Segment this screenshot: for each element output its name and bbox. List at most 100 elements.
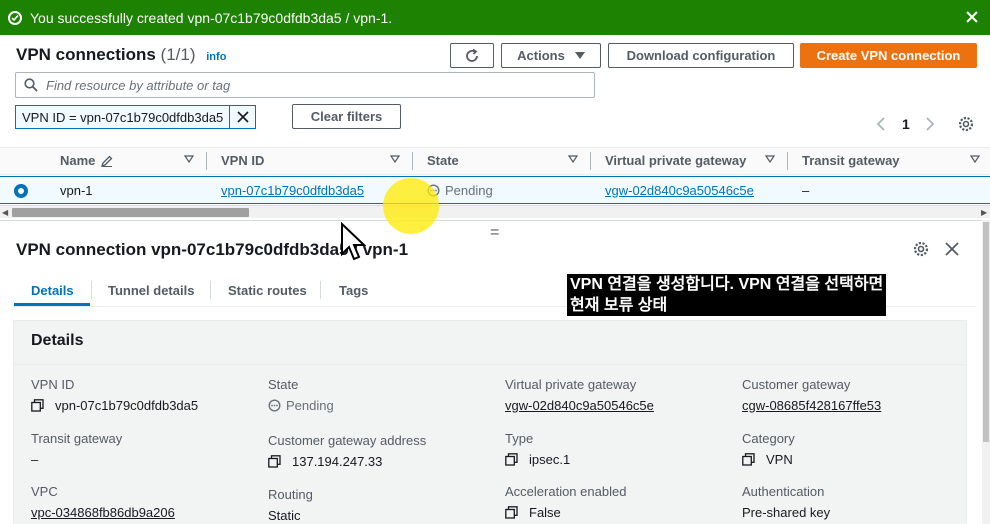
sort-caret-icon[interactable]: [184, 155, 194, 163]
page-title: VPN connections (1/1) info: [16, 45, 226, 65]
row-select-radio[interactable]: [14, 184, 28, 198]
field-label: Acceleration enabled: [505, 484, 627, 499]
copy-icon[interactable]: [742, 453, 755, 466]
column-label: State: [427, 153, 459, 168]
remove-filter-icon[interactable]: [229, 106, 255, 128]
subtitle-line-2: 현재 보류 상태: [570, 295, 668, 316]
field-label: VPN ID: [31, 377, 75, 392]
field-category: Category VPN: [742, 431, 795, 467]
details-container: Details VPN ID vpn-07c1b79c0dfdb3da5 Tra…: [13, 320, 967, 524]
info-link[interactable]: info: [206, 51, 226, 63]
video-subtitle: VPN 연결을 생성합니다. VPN 연결을 선택하면 현재 보류 상태: [567, 274, 887, 316]
refresh-button[interactable]: [450, 43, 494, 68]
row-vpn-id-link[interactable]: vpn-07c1b79c0dfdb3da5: [221, 183, 364, 198]
create-vpn-connection-button[interactable]: Create VPN connection: [800, 43, 977, 68]
field-customer-gateway: Customer gateway cgw-08685f428167ffe53: [742, 377, 881, 413]
split-panel-divider[interactable]: [0, 220, 990, 221]
tab-separator: [210, 281, 211, 299]
horizontal-scrollbar[interactable]: ◀ ▶: [0, 205, 990, 218]
row-vgw-link[interactable]: vgw-02d840c9a50546c5e: [605, 183, 754, 198]
sort-caret-icon[interactable]: [970, 155, 980, 163]
field-type: Type ipsec.1: [505, 431, 570, 467]
field-value: vpn-07c1b79c0dfdb3da5: [55, 398, 199, 413]
settings-gear-icon[interactable]: [958, 116, 974, 132]
field-customer-gateway-address: Customer gateway address 137.194.247.33: [268, 433, 426, 469]
column-header-state[interactable]: State: [427, 153, 459, 168]
copy-icon[interactable]: [31, 399, 44, 412]
edit-pencil-icon: [101, 155, 113, 167]
field-vpc: VPC vpc-034868fb86db9a206: [31, 484, 175, 520]
next-page-icon[interactable]: [925, 117, 935, 131]
field-label: VPC: [31, 484, 58, 499]
tab-static-routes[interactable]: Static routes: [228, 283, 307, 298]
field-label: Type: [505, 431, 534, 446]
panel-settings-gear-icon[interactable]: [913, 241, 929, 257]
column-header-transit[interactable]: Transit gateway: [802, 153, 900, 168]
field-vpn-id: VPN ID vpn-07c1b79c0dfdb3da5: [31, 377, 198, 413]
column-header-vgw[interactable]: Virtual private gateway: [605, 153, 746, 168]
field-label: Virtual private gateway: [505, 377, 637, 392]
cgw-link[interactable]: cgw-08685f428167ffe53: [742, 398, 881, 413]
field-authentication: Authentication Pre-shared key: [742, 484, 830, 520]
scrollbar-thumb[interactable]: [983, 222, 989, 442]
panel-close-icon[interactable]: [945, 242, 959, 256]
sort-caret-icon[interactable]: [568, 155, 578, 163]
scroll-right-icon[interactable]: ▶: [981, 208, 987, 217]
active-tab-indicator: [14, 303, 90, 306]
field-value: Pre-shared key: [742, 505, 831, 520]
tab-details[interactable]: Details: [31, 283, 74, 298]
download-configuration-button[interactable]: Download configuration: [608, 43, 794, 68]
resize-handle-icon[interactable]: =: [490, 224, 499, 242]
close-icon[interactable]: [964, 9, 980, 25]
field-value: –: [31, 452, 39, 467]
search-placeholder: Find resource by attribute or tag: [46, 77, 231, 93]
column-separator[interactable]: [206, 152, 207, 170]
field-routing: Routing Static: [268, 487, 313, 523]
column-separator[interactable]: [412, 152, 413, 170]
copy-icon[interactable]: [505, 506, 518, 519]
scrollbar-thumb[interactable]: [12, 208, 249, 217]
field-label: Transit gateway: [31, 431, 123, 446]
clear-filters-button[interactable]: Clear filters: [292, 104, 401, 129]
field-value: ipsec.1: [529, 452, 571, 467]
tab-tunnel-details[interactable]: Tunnel details: [108, 283, 194, 298]
column-header-name[interactable]: Name: [60, 153, 113, 168]
actions-button[interactable]: Actions: [501, 43, 601, 68]
copy-icon[interactable]: [505, 453, 518, 466]
column-separator[interactable]: [787, 152, 788, 170]
row-name: vpn-1: [60, 183, 93, 198]
previous-page-icon[interactable]: [876, 117, 886, 131]
vertical-scrollbar[interactable]: [982, 220, 990, 524]
cursor-highlight: [383, 178, 439, 234]
column-separator[interactable]: [590, 152, 591, 170]
table-row[interactable]: vpn-1 vpn-07c1b79c0dfdb3da5 Pending vgw-…: [0, 176, 990, 204]
search-input[interactable]: Find resource by attribute or tag: [15, 72, 595, 98]
current-page[interactable]: 1: [902, 116, 910, 132]
field-label: Authentication: [742, 484, 825, 499]
field-value: VPN: [766, 452, 793, 467]
copy-icon[interactable]: [268, 455, 281, 468]
column-label: Virtual private gateway: [605, 153, 747, 168]
mouse-pointer-icon: [341, 222, 366, 261]
filter-token: VPN ID = vpn-07c1b79c0dfdb3da5: [15, 105, 257, 129]
field-label: Customer gateway: [742, 377, 851, 392]
subtitle-line-1: VPN 연결을 생성합니다. VPN 연결을 선택하면: [570, 276, 884, 293]
tab-tags[interactable]: Tags: [339, 283, 368, 298]
actions-label: Actions: [517, 48, 565, 63]
title-text: VPN connections: [16, 45, 156, 64]
field-label: Category: [742, 431, 795, 446]
details-heading: Details: [31, 332, 84, 349]
field-value: Pending: [286, 398, 334, 413]
resource-count: (1/1): [160, 45, 196, 64]
field-value: Static: [268, 508, 301, 523]
tab-separator: [91, 281, 92, 299]
tab-separator: [320, 281, 321, 299]
sort-caret-icon[interactable]: [390, 155, 400, 163]
column-header-vpn-id[interactable]: VPN ID: [221, 153, 264, 168]
vpc-link[interactable]: vpc-034868fb86db9a206: [31, 505, 175, 520]
search-icon: [24, 78, 38, 92]
scroll-left-icon[interactable]: ◀: [2, 208, 8, 217]
vgw-link[interactable]: vgw-02d840c9a50546c5e: [505, 398, 654, 413]
sort-caret-icon[interactable]: [765, 155, 775, 163]
filter-token-text: VPN ID = vpn-07c1b79c0dfdb3da5: [22, 110, 224, 125]
